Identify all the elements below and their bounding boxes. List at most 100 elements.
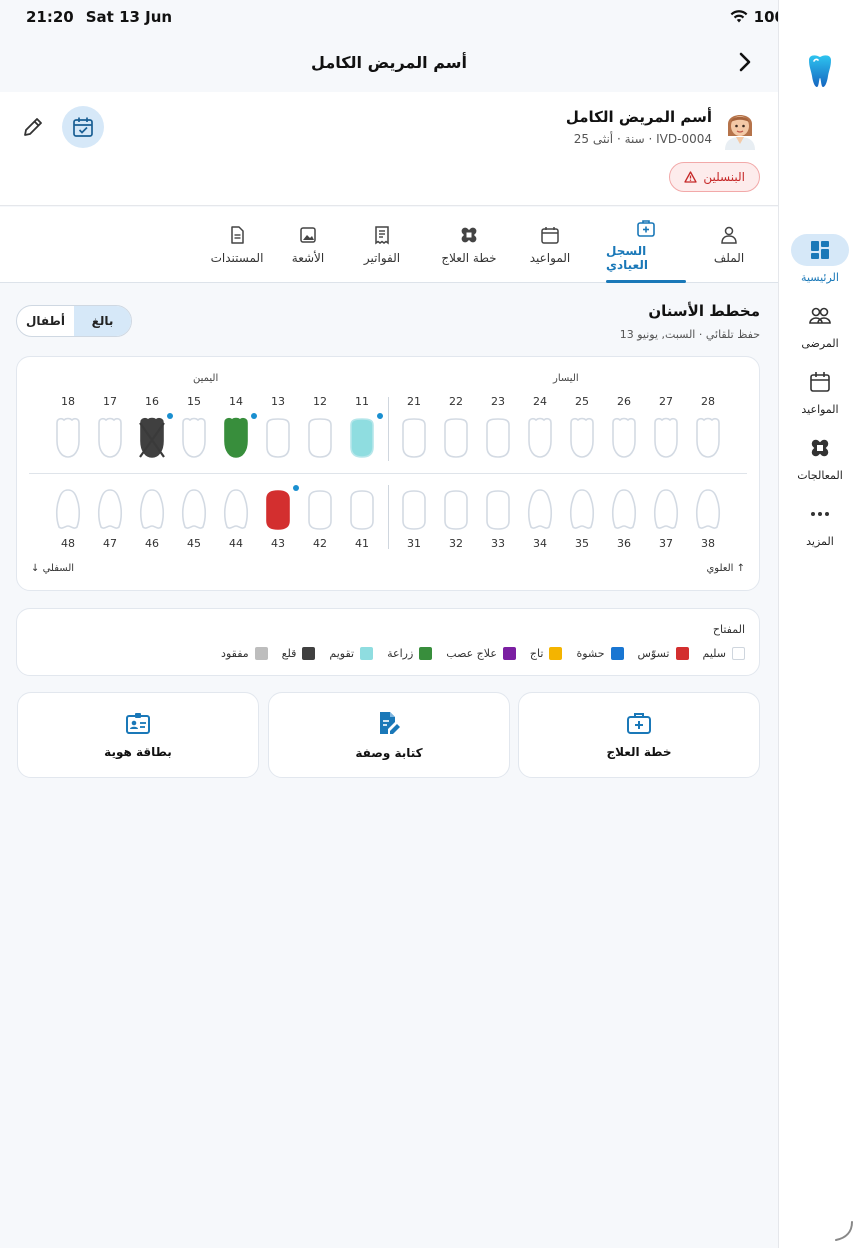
tooth-number-46: 46 (145, 537, 159, 550)
legend-label: زراعة (387, 647, 414, 660)
tab-label: السجل العيادي (606, 244, 648, 272)
tooth-number-43: 43 (271, 537, 285, 550)
side-label-right: اليمين (193, 373, 219, 384)
tab-label: الملف (713, 251, 745, 265)
patient-meta: 25 سنة · أنثى · IVD-0004 (573, 132, 712, 146)
tooth-32[interactable] (440, 489, 472, 531)
edit-patient-button[interactable] (20, 114, 46, 140)
legend-swatch (419, 647, 433, 660)
patient-name: أسم المريض الكامل (565, 108, 712, 126)
chevron-right-icon[interactable] (734, 50, 756, 74)
tooth-35[interactable] (566, 489, 598, 531)
medical-bag-icon (637, 220, 655, 237)
tab-profile[interactable]: الملف (694, 207, 764, 283)
write-prescription-button[interactable]: كتابة وصفة (268, 692, 510, 778)
tab-label: المستندات (210, 251, 264, 265)
legend-swatch (675, 647, 689, 660)
legend-swatch (360, 647, 374, 660)
status-left: 21:20 Sat 13 Jun (26, 8, 172, 26)
tooth-16[interactable] (136, 417, 168, 459)
status-bar: 21:20 Sat 13 Jun 100% (0, 0, 860, 34)
tooth-26[interactable] (608, 417, 640, 459)
tab-appointments[interactable]: المواعيد (518, 207, 582, 283)
tooth-28[interactable] (692, 417, 724, 459)
tooth-12[interactable] (304, 417, 336, 459)
tooth-13[interactable] (262, 417, 294, 459)
tooth-47[interactable] (94, 489, 126, 531)
rail-item-home[interactable]: الرئيسية (779, 234, 860, 284)
tooth-27[interactable] (650, 417, 682, 459)
tooth-18[interactable] (52, 417, 84, 459)
resize-handle-icon[interactable] (832, 1220, 854, 1242)
side-label-left: اليسار (553, 373, 579, 384)
tooth-23[interactable] (482, 417, 514, 459)
tooth-38[interactable] (692, 489, 724, 531)
tooth-31[interactable] (398, 489, 430, 531)
tooth-number-14: 14 (229, 395, 243, 408)
legend-swatch (254, 647, 268, 660)
tooth-46[interactable] (136, 489, 168, 531)
allergy-badge[interactable]: البنسلين (669, 162, 760, 192)
calendar-check-icon (73, 117, 93, 137)
legend-label: مفقود (221, 647, 249, 660)
legend-title: المفتاح (712, 623, 745, 636)
tooth-17[interactable] (94, 417, 126, 459)
tooth-24[interactable] (524, 417, 556, 459)
tab-xrays[interactable]: الأشعة (278, 207, 338, 283)
status-date: Sat 13 Jun (85, 8, 173, 26)
legend-label: علاج عصب (446, 647, 497, 660)
dental-chart-title: مخطط الأسنان (648, 302, 760, 320)
id-card-icon (126, 713, 150, 734)
tooth-21[interactable] (398, 417, 430, 459)
tooth-22[interactable] (440, 417, 472, 459)
tooth-14[interactable] (220, 417, 252, 459)
rail-item-treatments[interactable]: المعالجات (779, 432, 860, 482)
midline-upper (388, 397, 389, 461)
treatment-plan-button[interactable]: خطة العلاج (518, 692, 760, 778)
schedule-appointment-button[interactable] (62, 106, 104, 148)
legend-label: حشوة (576, 647, 605, 660)
tooth-43[interactable] (262, 489, 294, 531)
tooth-34[interactable] (524, 489, 556, 531)
rail-item-patients[interactable]: المرضى (779, 300, 860, 350)
tooth-36[interactable] (608, 489, 640, 531)
tooth-41[interactable] (346, 489, 378, 531)
legend-swatch (732, 647, 745, 660)
receipt-icon (375, 226, 389, 245)
rail-label-appointments: المواعيد (801, 403, 839, 416)
action-label: بطاقة هوية (104, 745, 172, 759)
tooth-45[interactable] (178, 489, 210, 531)
tooth-number-16: 16 (145, 395, 159, 408)
toggle-child[interactable]: أطفال (17, 306, 74, 336)
tab-clinical-record[interactable]: السجل العيادي (606, 207, 686, 283)
rail-icon-wrap (791, 300, 849, 332)
rail-item-appointments[interactable]: المواعيد (779, 366, 860, 416)
rail-label-patients: المرضى (801, 337, 839, 350)
tooth-33[interactable] (482, 489, 514, 531)
tooth-15[interactable] (178, 417, 210, 459)
tab-treatment-plan[interactable]: خطة العلاج (432, 207, 506, 283)
tooth-number-15: 15 (187, 395, 201, 408)
dashboard-icon (811, 241, 829, 259)
tooth-37[interactable] (650, 489, 682, 531)
legend-swatch (549, 647, 563, 660)
rail-icon-wrap (791, 366, 849, 398)
tooth-48[interactable] (52, 489, 84, 531)
medical-bag-icon (627, 713, 651, 734)
legend-item: تسوّس (638, 647, 689, 660)
id-card-button[interactable]: بطاقة هوية (17, 692, 259, 778)
rail-item-more[interactable]: المزيد (779, 498, 860, 548)
tooth-number-25: 25 (575, 395, 589, 408)
tooth-25[interactable] (566, 417, 598, 459)
tab-invoices[interactable]: الفواتير (352, 207, 412, 283)
tooth-44[interactable] (220, 489, 252, 531)
tab-documents[interactable]: المستندات (202, 207, 272, 283)
tab-label: الأشعة (291, 251, 325, 265)
tooth-11[interactable] (346, 417, 378, 459)
tooth-42[interactable] (304, 489, 336, 531)
legend-swatch (610, 647, 624, 660)
tooth-number-26: 26 (617, 395, 631, 408)
toggle-adult[interactable]: بالغ (74, 306, 131, 336)
rail-icon-wrap (791, 432, 849, 464)
avatar (725, 115, 755, 150)
